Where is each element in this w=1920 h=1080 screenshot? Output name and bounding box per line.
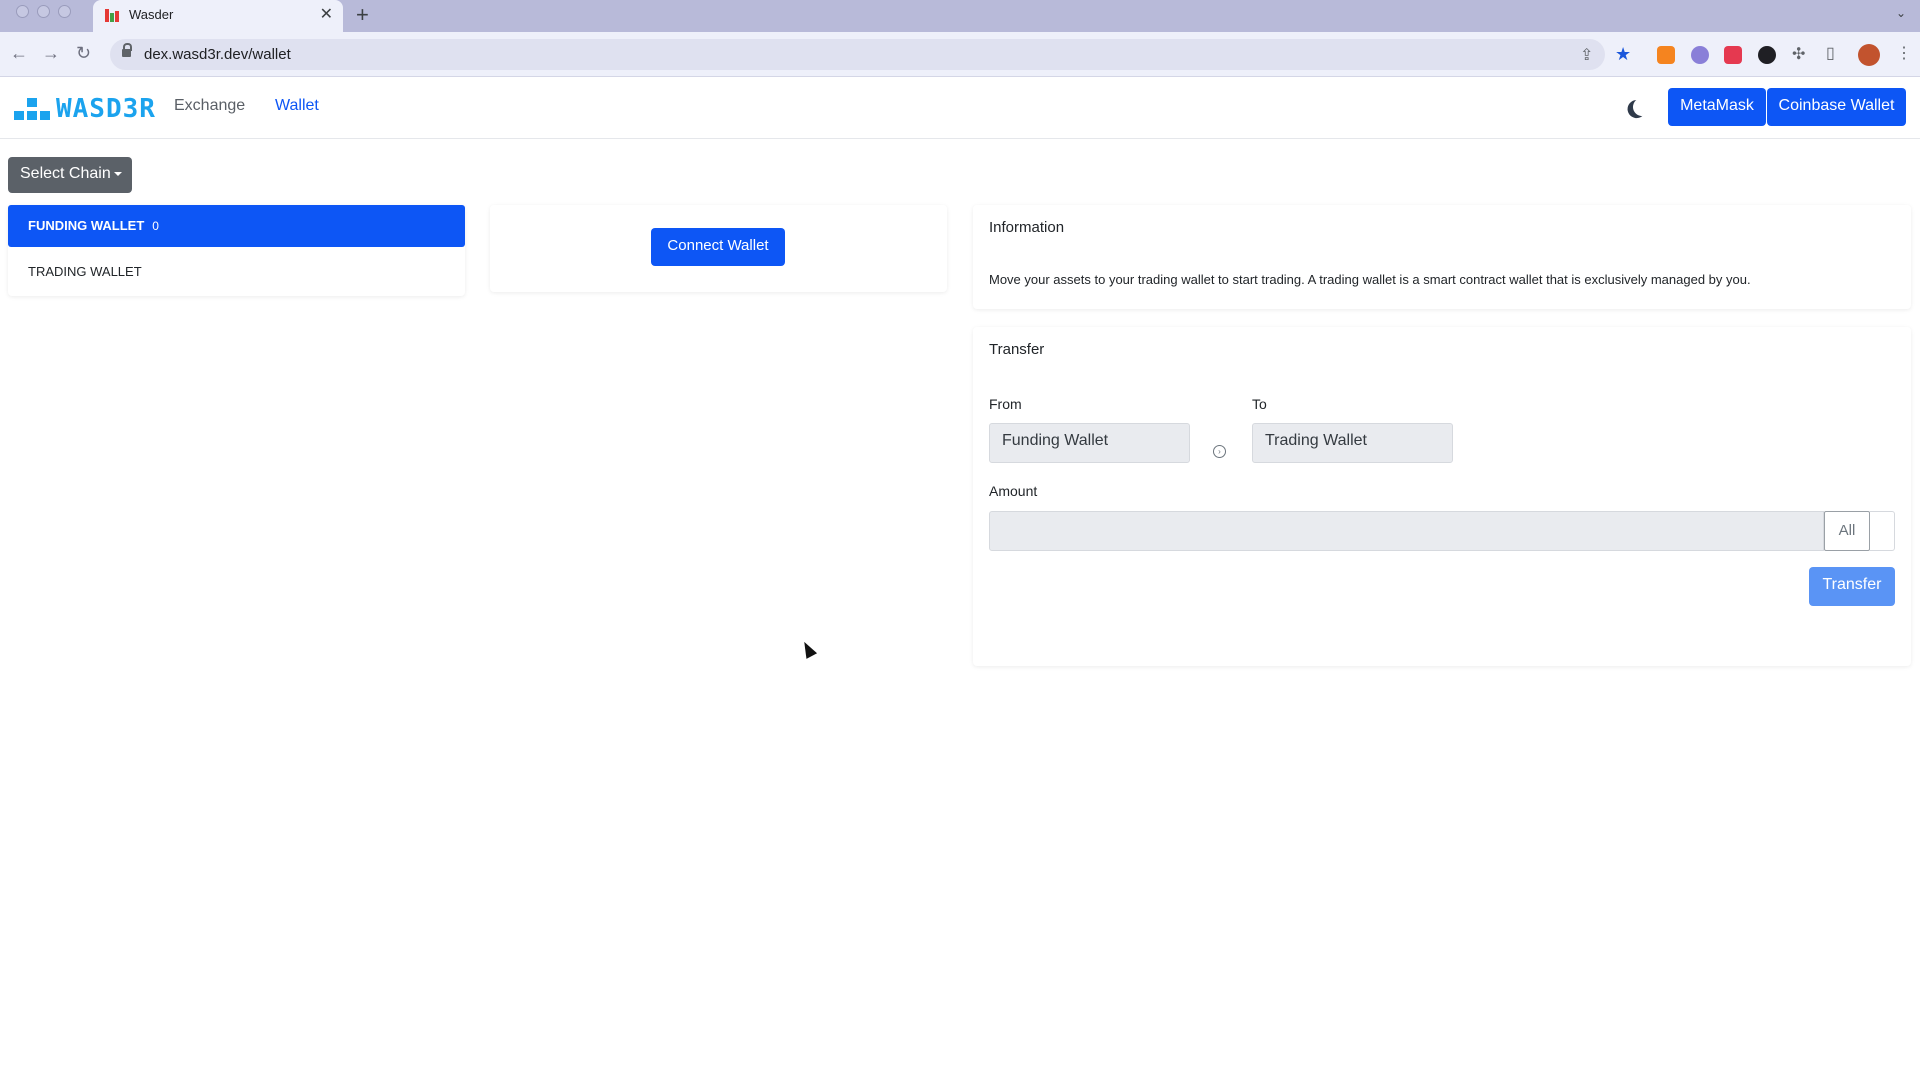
information-card: Information Move your assets to your tra…: [973, 205, 1911, 309]
connect-wallet-button[interactable]: Connect Wallet: [651, 228, 785, 266]
coinbase-wallet-button[interactable]: Coinbase Wallet: [1767, 88, 1906, 126]
select-chain-label: Select Chain: [20, 165, 111, 182]
to-field[interactable]: Trading Wallet: [1252, 423, 1453, 463]
wallet-item-funding[interactable]: FUNDING WALLET 0: [8, 205, 465, 247]
address-bar[interactable]: dex.wasd3r.dev/wallet ⇪: [110, 39, 1605, 70]
from-label: From: [989, 396, 1022, 412]
transfer-card: Transfer: [973, 327, 1911, 666]
app-header: WASD3R Exchange Wallet MetaMask Coinbase…: [0, 78, 1920, 139]
address-url[interactable]: dex.wasd3r.dev/wallet: [144, 46, 291, 63]
information-title: Information: [989, 219, 1065, 236]
profile-avatar[interactable]: [1858, 44, 1880, 66]
all-amount-button[interactable]: All: [1824, 511, 1870, 551]
information-text: Move your assets to your trading wallet …: [989, 272, 1751, 287]
window-minimize-dot[interactable]: [37, 5, 50, 18]
wallet-item-count: 0: [152, 219, 159, 233]
wallet-item-label: TRADING WALLET: [28, 264, 142, 279]
reload-icon[interactable]: ↻: [76, 42, 91, 64]
extensions-puzzle-icon[interactable]: ✣: [1792, 44, 1805, 64]
transfer-button[interactable]: Transfer: [1809, 567, 1895, 606]
bookmark-star-icon[interactable]: ★: [1615, 44, 1631, 65]
caret-down-icon: [113, 171, 122, 176]
dark-mode-moon-icon[interactable]: [1632, 97, 1653, 118]
amount-input[interactable]: [989, 511, 1824, 551]
metamask-extension-icon[interactable]: [1657, 46, 1675, 64]
forward-icon[interactable]: →: [42, 42, 60, 64]
amount-label: Amount: [989, 483, 1038, 499]
select-chain-dropdown[interactable]: Select Chain: [8, 157, 132, 193]
favicon-icon: [105, 9, 119, 22]
metamask-button[interactable]: MetaMask: [1668, 88, 1766, 126]
nav-exchange[interactable]: Exchange: [174, 97, 245, 115]
share-icon[interactable]: ⇪: [1580, 45, 1593, 65]
mouse-cursor-icon: [798, 639, 818, 659]
extension-pocket-icon[interactable]: [1724, 46, 1742, 64]
browser-toolbar: ← → ↻ dex.wasd3r.dev/wallet ⇪ ★ ✣ ▯ ⋮: [0, 32, 1920, 77]
wallet-item-trading[interactable]: TRADING WALLET: [8, 251, 465, 293]
amount-input-suffix: [1870, 511, 1895, 551]
from-field[interactable]: Funding Wallet: [989, 423, 1190, 463]
logo-text[interactable]: WASD3R: [56, 94, 156, 124]
to-label: To: [1252, 396, 1267, 412]
back-icon[interactable]: ←: [10, 42, 28, 64]
wallet-item-label: FUNDING WALLET: [28, 218, 145, 233]
connect-wallet-card: Connect Wallet: [490, 205, 947, 292]
extension-wave-icon[interactable]: [1691, 46, 1709, 64]
browser-tab[interactable]: Wasder ✕: [93, 0, 343, 32]
tab-close-icon[interactable]: ✕: [320, 5, 333, 25]
transfer-title: Transfer: [989, 341, 1045, 358]
browser-menu-icon[interactable]: ⋮: [1896, 43, 1912, 63]
extension-hex-icon[interactable]: [1758, 46, 1776, 64]
swap-direction-icon[interactable]: ›: [1213, 445, 1226, 458]
tab-search-icon[interactable]: ⌄: [1896, 6, 1906, 20]
logo-icon[interactable]: [14, 98, 50, 120]
nav-wallet[interactable]: Wallet: [275, 97, 319, 115]
lock-icon[interactable]: [122, 43, 132, 59]
browser-tab-bar: Wasder ✕ + ⌄: [0, 0, 1920, 32]
window-zoom-dot[interactable]: [58, 5, 71, 18]
new-tab-icon[interactable]: +: [356, 2, 369, 28]
window-close-dot[interactable]: [16, 5, 29, 18]
side-panel-icon[interactable]: ▯: [1826, 43, 1835, 63]
tab-title: Wasder: [129, 7, 174, 22]
wallet-list: FUNDING WALLET 0 TRADING WALLET: [8, 205, 465, 296]
